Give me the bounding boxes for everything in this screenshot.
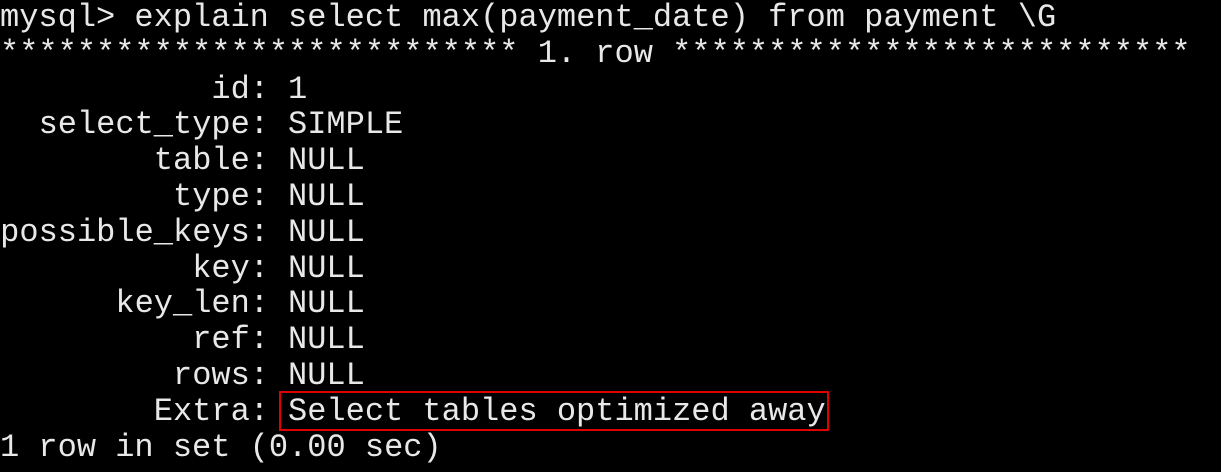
field-label: table:	[153, 142, 269, 180]
field-label: select_type:	[38, 106, 269, 144]
field-label: Extra:	[153, 392, 269, 430]
field-value: NULL	[288, 249, 365, 287]
field-label: type:	[172, 177, 269, 215]
field-value: NULL	[288, 213, 365, 251]
terminal-window[interactable]: mysql> explain select max(payment_date) …	[0, 0, 1221, 472]
result-field-rows: rows: NULL	[0, 358, 1221, 394]
field-value: NULL	[288, 177, 365, 215]
field-value: NULL	[288, 285, 365, 323]
result-field-possible-keys: possible_keys: NULL	[0, 213, 1221, 251]
field-label: ref:	[192, 321, 269, 359]
field-label: key:	[192, 249, 269, 287]
field-value: 1	[288, 70, 308, 108]
result-field-extra: Extra: Select tables optimized away	[0, 392, 1221, 430]
result-field-select-type: select_type: SIMPLE	[0, 107, 1221, 143]
result-field-id: id: 1	[0, 70, 1221, 108]
result-field-table: table: NULL	[0, 143, 1221, 179]
result-field-type: type: NULL	[0, 179, 1221, 215]
field-value: NULL	[288, 356, 365, 394]
result-field-key: key: NULL	[0, 249, 1221, 287]
row-header: *************************** 1. row *****…	[0, 34, 1191, 72]
field-value: SIMPLE	[288, 106, 404, 144]
field-label: possible_keys:	[0, 213, 269, 251]
field-label: key_len:	[115, 285, 269, 323]
result-footer: 1 row in set (0.00 sec)	[0, 428, 442, 466]
command-line: mysql> explain select max(payment_date) …	[0, 0, 1057, 36]
field-label: id:	[211, 70, 269, 108]
result-field-key-len: key_len: NULL	[0, 286, 1221, 322]
field-value: NULL	[288, 321, 365, 359]
extra-value-highlighted: Select tables optimized away	[288, 392, 826, 430]
field-label: rows:	[172, 356, 269, 394]
field-value: NULL	[288, 142, 365, 180]
result-field-ref: ref: NULL	[0, 322, 1221, 358]
